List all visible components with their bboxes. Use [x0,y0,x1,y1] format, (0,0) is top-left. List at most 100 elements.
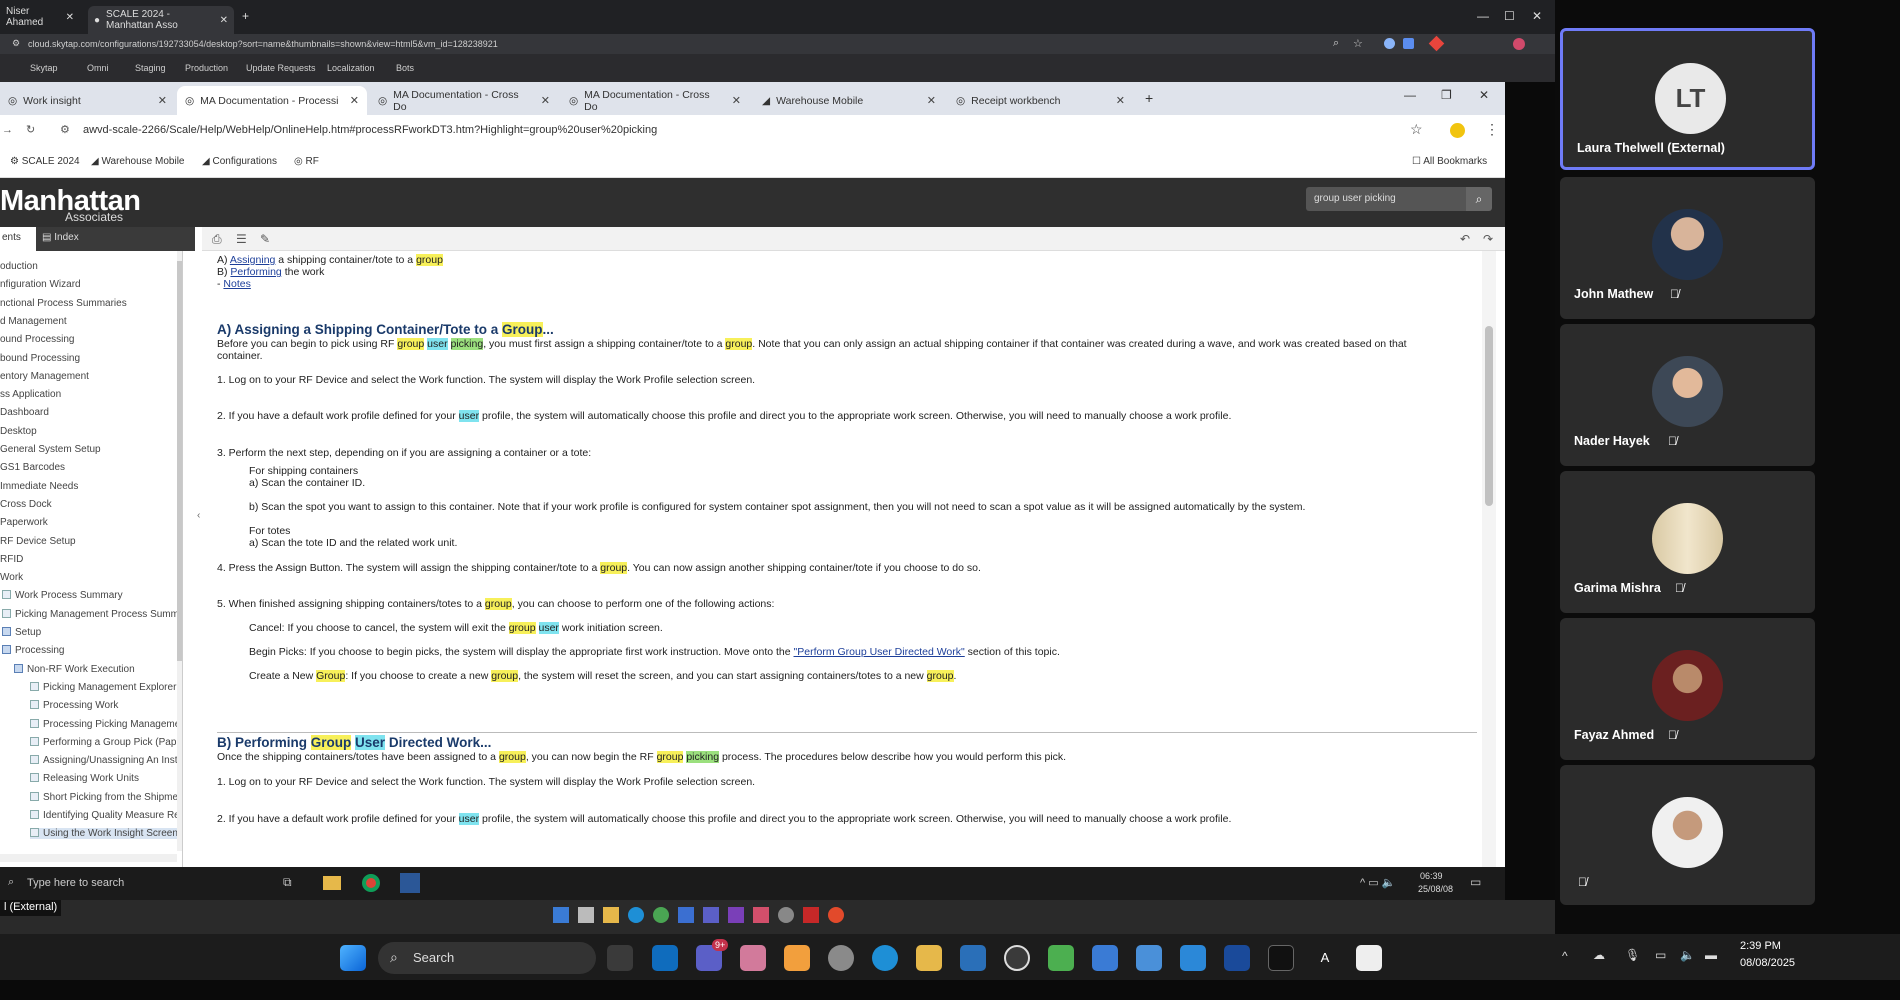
bookmark-scale-2024[interactable]: ⚙ SCALE 2024 [10,156,80,167]
app-icon[interactable] [828,907,844,923]
file-explorer-icon[interactable] [916,945,942,971]
notifications-icon[interactable]: ▭ [1470,875,1481,889]
all-bookmarks[interactable]: ☐ All Bookmarks [1412,156,1487,167]
scrollbar-thumb[interactable] [1485,326,1493,506]
task-view-icon[interactable] [607,945,633,971]
tab-index[interactable]: ▤ Index [42,232,79,243]
toc-item[interactable]: ss Application [0,389,61,400]
link-notes[interactable]: Notes [223,278,250,290]
outer-tab-1[interactable]: Niser Ahamed ✕ [0,6,80,28]
manhattan-app-icon[interactable] [400,873,420,893]
collapse-panel-icon[interactable]: ‹ [197,510,200,521]
clear-highlight-icon[interactable]: ✎ [260,232,270,246]
app-icon[interactable] [778,907,794,923]
tray-icons[interactable]: ^ ▭ 🔈 [1360,876,1395,889]
extension-icon[interactable] [1428,35,1445,52]
close-icon[interactable]: ✕ [220,15,228,26]
toc-item[interactable]: Paperwork [0,517,48,528]
toc-item[interactable]: Assigning/Unassigning An Insti [30,755,180,766]
toc-item[interactable]: Cross Dock [0,499,52,510]
site-info-icon[interactable]: ⚙ [12,38,20,49]
close-icon[interactable]: ✕ [541,94,550,107]
clock-time[interactable]: 2:39 PM [1740,940,1781,952]
battery-icon[interactable]: ▬ [1705,948,1717,962]
windows-start-icon[interactable] [553,907,569,923]
toc-item[interactable]: Setup [2,627,41,638]
reload-icon[interactable]: ↻ [26,123,35,136]
toc-item[interactable]: Work Process Summary [2,590,123,601]
minimize-icon[interactable]: — [1477,9,1489,23]
close-icon[interactable]: ✕ [158,94,167,107]
menu-icon[interactable]: ⋮ [1485,121,1499,138]
participant-tile-unnamed[interactable]: 🎙̸ [1560,765,1815,905]
app-icon[interactable] [1048,945,1074,971]
tab-warehouse-mobile[interactable]: ◢ Warehouse Mobile ✕ [754,86,944,115]
task-view-icon[interactable]: ⧉ [283,875,292,890]
volume-icon[interactable]: 🔈 [1680,948,1695,962]
tab-ma-documentation-cross-dock[interactable]: ◎ MA Documentation - Cross Do ✕ [370,86,558,115]
outer-url[interactable]: cloud.skytap.com/configurations/19273305… [28,39,498,49]
toc-scrollbar-thumb[interactable] [177,261,182,661]
profile-icon[interactable] [1513,38,1525,50]
bookmark-warehouse-mobile[interactable]: ◢ Warehouse Mobile [91,156,184,167]
notepad-icon[interactable] [1136,945,1162,971]
app-icon[interactable] [828,945,854,971]
search-icon[interactable]: ⌕ [1333,37,1339,50]
close-icon[interactable]: ✕ [927,94,936,107]
star-icon[interactable]: ☆ [1353,37,1363,50]
toc-item[interactable]: Processing Work [30,700,118,711]
maximize-icon[interactable]: ❐ [1441,88,1452,102]
toc-item[interactable]: Immediate Needs [0,481,78,492]
toc-item[interactable]: Picking Management Process Summa [2,608,182,620]
maximize-icon[interactable]: ☐ [1504,9,1515,23]
folder-icon[interactable] [603,907,619,923]
toc-item[interactable]: ound Processing [0,334,75,345]
app-icon[interactable] [753,907,769,923]
star-icon[interactable]: ☆ [1410,121,1423,138]
app-icon[interactable] [784,945,810,971]
list-icon[interactable]: ☰ [236,232,247,246]
participant-tile-fayaz[interactable]: Fayaz Ahmed 🎙̸ [1560,618,1815,760]
toc-item[interactable]: Non-RF Work Execution [14,663,135,675]
tab-ma-documentation-processing[interactable]: ◎ MA Documentation - Processi ✕ [177,86,367,115]
windows-start-icon[interactable] [340,945,366,971]
bookmark-bots[interactable]: Bots [396,63,414,73]
network-icon[interactable]: ▭ [1655,948,1666,962]
store-icon[interactable] [960,945,986,971]
toc-scrollbar[interactable] [177,251,182,851]
toc-item[interactable]: General System Setup [0,444,101,455]
inner-url[interactable]: awvd-scale-2266/Scale/Help/WebHelp/Onlin… [83,124,657,136]
close-icon[interactable]: ✕ [732,94,741,107]
taskview-icon[interactable] [578,907,594,923]
close-window-icon[interactable]: ✕ [1479,88,1489,102]
app-icon[interactable] [728,907,744,923]
participant-tile-garima[interactable]: Garima Mishra 🎙̸ [1560,471,1815,613]
close-icon[interactable]: ✕ [350,94,359,107]
link-assigning[interactable]: Assigning [230,254,276,266]
remote-search-input[interactable]: Type here to search [27,877,124,889]
close-icon[interactable]: ✕ [1116,94,1125,107]
app-icon[interactable] [1268,945,1294,971]
link-perform-group-user-directed-work[interactable]: "Perform Group User Directed Work" [794,646,965,658]
vscode-icon[interactable] [1180,945,1206,971]
toc-item[interactable]: GS1 Barcodes [0,462,65,473]
toc-item[interactable]: Performing a Group Pick (Pap [30,736,176,748]
pdf-icon[interactable] [803,907,819,923]
toc-item[interactable]: Processing Picking Manageme [30,718,180,730]
toc-hscrollbar[interactable] [0,854,177,862]
toc-item[interactable]: nctional Process Summaries [0,298,127,309]
taskbar-search[interactable]: ⌕ Search [378,942,596,974]
back-icon[interactable]: ↶ [1460,232,1470,246]
toc-item[interactable]: RFID [0,554,23,565]
toc-item[interactable]: Picking Management Explorer [30,681,176,693]
toc-item[interactable]: nfiguration Wizard [0,279,81,290]
toc-item[interactable]: oduction [0,261,38,272]
clock-date[interactable]: 08/08/2025 [1740,957,1795,969]
toc-item[interactable]: RF Device Setup [0,536,76,547]
tab-work-insight[interactable]: ◎ Work insight ✕ [0,86,175,115]
bookmark-rf[interactable]: ◎ RF [294,156,319,167]
toc-item[interactable]: Releasing Work Units [30,773,139,784]
teams-icon[interactable] [703,907,719,923]
font-icon[interactable]: A [1312,945,1338,971]
new-tab-icon[interactable]: + [1145,90,1153,106]
